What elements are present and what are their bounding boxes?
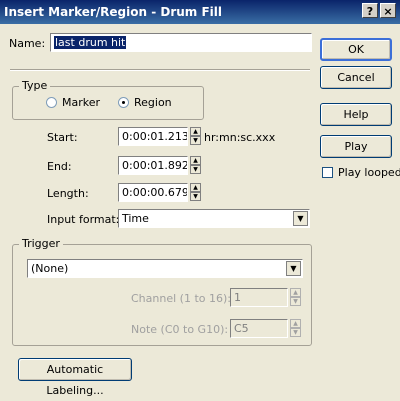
input-format-select[interactable]: Time ▼ (118, 209, 310, 228)
region-label[interactable]: Region (134, 96, 172, 110)
play-looped-checkbox[interactable] (322, 167, 333, 178)
spin-down-icon[interactable]: ▼ (190, 165, 201, 174)
time-format-hint: hr:mn:sc.xxx (204, 131, 276, 144)
note-label: Note (C0 to G10): (131, 323, 229, 336)
end-spinner[interactable]: ▲ ▼ (190, 156, 201, 174)
region-radio[interactable] (118, 97, 129, 108)
play-looped-label[interactable]: Play looped (338, 166, 400, 180)
input-format-label: Input format: (47, 213, 120, 226)
input-format-value: Time (122, 212, 149, 225)
end-input[interactable]: 0:00:01.892 (118, 156, 188, 175)
cancel-button[interactable]: Cancel (320, 66, 392, 89)
spin-down-icon[interactable]: ▼ (190, 192, 201, 201)
dropdown-arrow-icon[interactable]: ▼ (286, 261, 301, 276)
spin-down-icon[interactable]: ▼ (190, 136, 201, 145)
spin-up-icon[interactable]: ▲ (190, 127, 201, 136)
channel-spinner[interactable]: ▲ ▼ (290, 288, 301, 306)
ok-button[interactable]: OK (320, 38, 392, 61)
spin-up-icon[interactable]: ▲ (290, 319, 301, 328)
type-legend: Type (19, 79, 51, 93)
note-input[interactable]: C5 (230, 319, 288, 338)
spin-down-icon[interactable]: ▼ (290, 328, 301, 337)
trigger-value: (None) (31, 262, 69, 275)
title-bar: Insert Marker/Region - Drum Fill ? × (0, 0, 400, 24)
start-label: Start: (47, 131, 78, 144)
marker-radio[interactable] (46, 97, 57, 108)
spin-up-icon[interactable]: ▲ (290, 288, 301, 297)
note-spinner[interactable]: ▲ ▼ (290, 319, 301, 337)
trigger-legend: Trigger (19, 237, 63, 251)
spin-up-icon[interactable]: ▲ (190, 156, 201, 165)
start-spinner[interactable]: ▲ ▼ (190, 127, 201, 145)
length-label: Length: (47, 187, 89, 200)
name-value: last drum hit (54, 36, 127, 49)
spin-down-icon[interactable]: ▼ (290, 297, 301, 306)
spin-up-icon[interactable]: ▲ (190, 183, 201, 192)
trigger-select[interactable]: (None) ▼ (27, 259, 303, 278)
help-title-button[interactable]: ? (362, 3, 378, 18)
name-label: Name: (9, 37, 46, 50)
length-spinner[interactable]: ▲ ▼ (190, 183, 201, 201)
name-input[interactable]: last drum hit (50, 33, 312, 52)
length-input[interactable]: 0:00:00.679 (118, 183, 188, 202)
type-group: Type (12, 79, 204, 120)
separator (10, 69, 310, 71)
dropdown-arrow-icon[interactable]: ▼ (293, 211, 308, 226)
help-button[interactable]: Help (320, 103, 392, 126)
channel-label: Channel (1 to 16): (131, 292, 231, 305)
start-input[interactable]: 0:00:01.213 (118, 127, 188, 146)
automatic-labeling-button[interactable]: Automatic Labeling... (18, 358, 132, 397)
marker-label[interactable]: Marker (62, 96, 100, 110)
channel-input[interactable]: 1 (230, 288, 288, 307)
play-button[interactable]: Play (320, 135, 392, 158)
end-label: End: (47, 160, 72, 173)
close-button[interactable]: × (380, 3, 396, 18)
dialog-title: Insert Marker/Region - Drum Fill (4, 5, 223, 19)
